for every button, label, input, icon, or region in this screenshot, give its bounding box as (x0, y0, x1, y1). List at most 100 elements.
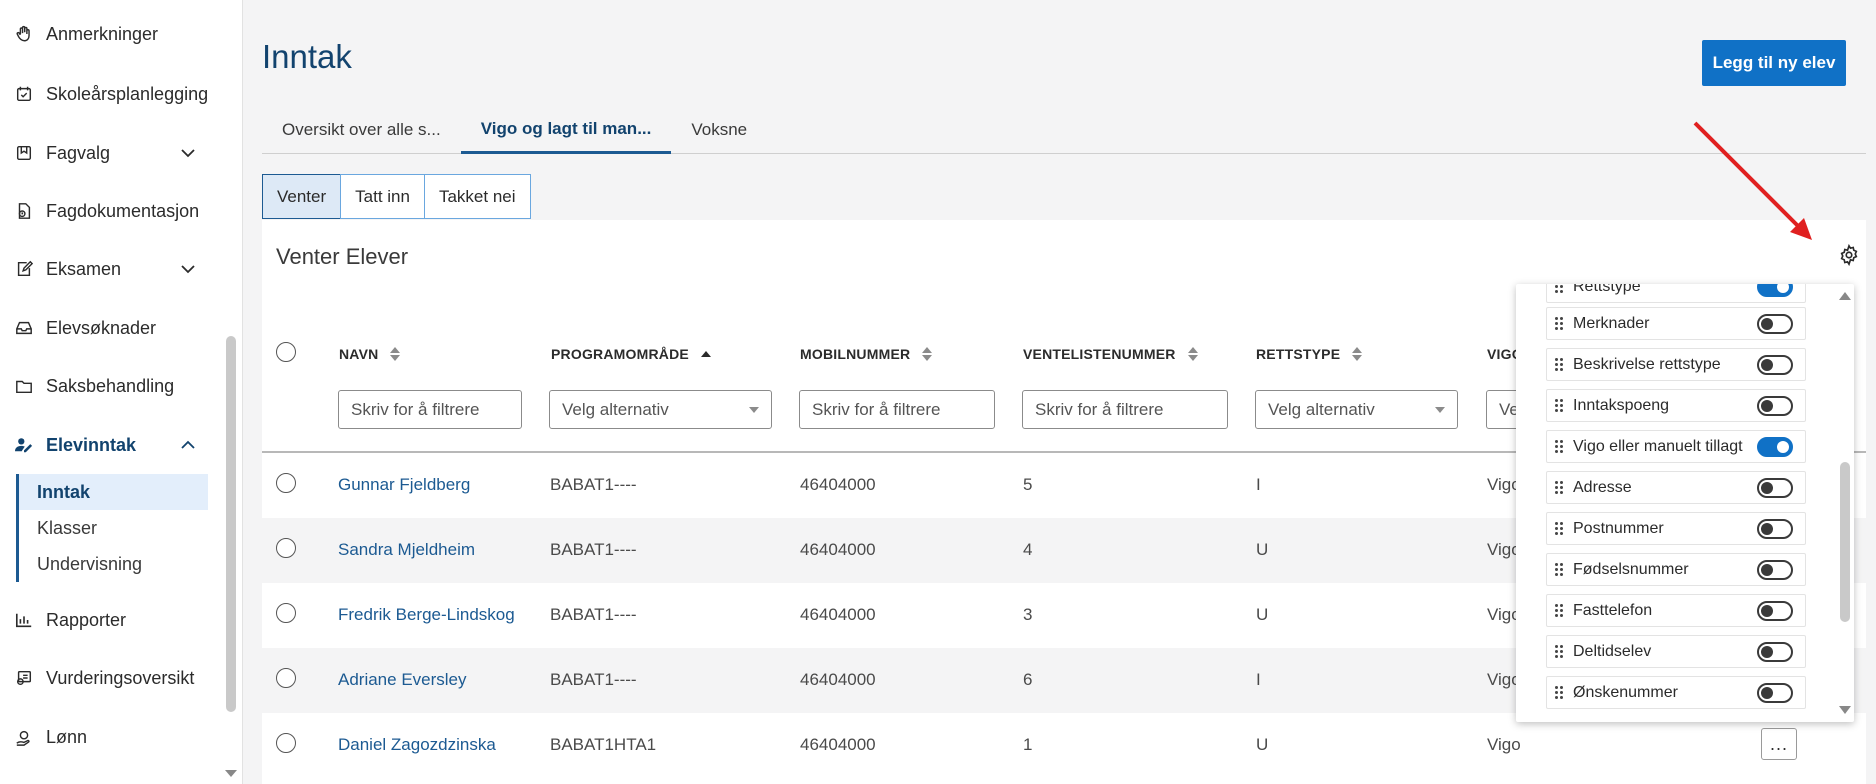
sidebar-item-eksamen[interactable]: Eksamen (0, 251, 220, 287)
gear-icon[interactable] (1838, 244, 1860, 266)
sidebar-item-skolearsplanlegging[interactable]: Skoleårsplanlegging (0, 76, 220, 112)
student-name-link[interactable]: Sandra Mjeldheim (338, 540, 475, 560)
column-header-ventelistenummer[interactable]: VENTELISTENUMMER (1023, 346, 1198, 362)
drag-handle-icon[interactable] (1555, 644, 1563, 659)
column-visibility-toggle[interactable] (1757, 396, 1793, 416)
column-toggle-item[interactable]: Beskrivelse rettstype (1546, 348, 1806, 381)
sidebar-item-elevinntak[interactable]: Elevinntak (0, 427, 220, 463)
column-visibility-toggle[interactable] (1757, 355, 1793, 375)
drag-handle-icon[interactable] (1555, 398, 1563, 413)
drag-handle-icon[interactable] (1555, 603, 1563, 618)
student-name-link[interactable]: Fredrik Berge-Lindskog (338, 605, 515, 625)
column-visibility-toggle[interactable] (1757, 478, 1793, 498)
add-new-student-button[interactable]: Legg til ny elev (1702, 40, 1846, 86)
drag-handle-icon[interactable] (1555, 685, 1563, 700)
sidebar-item-anmerkninger[interactable]: Anmerkninger (0, 16, 220, 52)
sidebar: Anmerkninger Skoleårsplanlegging Fagvalg… (0, 0, 243, 784)
column-toggle-label: Postnummer (1573, 519, 1664, 537)
scroll-down-arrow-icon[interactable] (225, 770, 237, 777)
sidebar-item-vurderingsoversikt[interactable]: Vurderingsoversikt (0, 660, 220, 696)
sidebar-item-lonn[interactable]: Lønn (0, 719, 220, 755)
waitlist-cell: 5 (1023, 475, 1033, 494)
sort-icon[interactable] (390, 347, 401, 361)
column-toggle-item[interactable]: Ønskenummer (1546, 676, 1806, 709)
column-visibility-toggle[interactable] (1757, 284, 1793, 297)
column-toggle-item[interactable]: Postnummer (1546, 512, 1806, 545)
column-visibility-toggle[interactable] (1757, 683, 1793, 703)
sidebar-item-label: Saksbehandling (46, 375, 175, 396)
column-visibility-toggle[interactable] (1757, 560, 1793, 580)
sidebar-item-rapporter[interactable]: Rapporter (0, 602, 220, 638)
column-toggle-item[interactable]: Inntakspoeng (1546, 389, 1806, 422)
filter-navn-input[interactable]: Skriv for å filtrere (338, 390, 522, 429)
drag-handle-icon[interactable] (1555, 357, 1563, 372)
sidebar-item-saksbehandling[interactable]: Saksbehandling (0, 368, 220, 404)
column-toggle-item[interactable]: Vigo eller manuelt tillagt (1546, 430, 1806, 463)
sidebar-item-fagdokumentasjon[interactable]: Fagdokumentasjon (0, 193, 220, 229)
student-name-link[interactable]: Adriane Eversley (338, 670, 467, 690)
drag-handle-icon[interactable] (1555, 439, 1563, 454)
sidebar-item-label: Fagvalg (46, 142, 111, 163)
scroll-down-arrow-icon[interactable] (1839, 706, 1851, 714)
sidebar-subitem-undervisning[interactable]: Undervisning (19, 546, 208, 582)
column-toggle-item[interactable]: Fasttelefon (1546, 594, 1806, 627)
filter-programomrade-select[interactable]: Velg alternativ (549, 390, 772, 429)
rettstype-cell: I (1256, 475, 1261, 494)
sort-icon[interactable] (922, 347, 933, 361)
tab-voksne[interactable]: Voksne (671, 106, 767, 154)
column-visibility-toggle[interactable] (1757, 642, 1793, 662)
select-all-checkbox[interactable] (276, 342, 296, 362)
sidebar-item-label: Rapporter (46, 609, 127, 630)
column-visibility-toggle[interactable] (1757, 519, 1793, 539)
column-toggle-item[interactable]: Fødselsnummer (1546, 553, 1806, 586)
dropdown-caret-icon (749, 407, 759, 413)
drag-handle-icon[interactable] (1555, 521, 1563, 536)
drag-handle-icon[interactable] (1555, 316, 1563, 331)
row-checkbox[interactable] (276, 668, 296, 688)
sidebar-subitem-inntak[interactable]: Inntak (19, 474, 208, 510)
column-toggle-item[interactable]: Adresse (1546, 471, 1806, 504)
column-visibility-toggle[interactable] (1757, 437, 1793, 457)
bookmark-icon (14, 143, 34, 163)
sidebar-subitem-klasser[interactable]: Klasser (19, 510, 208, 546)
tab-oversikt[interactable]: Oversikt over alle s... (262, 106, 461, 154)
popup-scrollbar[interactable] (1840, 462, 1850, 622)
column-toggle-item[interactable]: Merknader (1546, 307, 1806, 340)
program-cell: BABAT1---- (550, 670, 637, 689)
tab-vigo[interactable]: Vigo og lagt til man... (460, 106, 672, 154)
sort-ascending-icon[interactable] (700, 351, 711, 357)
column-header-mobilnummer[interactable]: MOBILNUMMER (800, 346, 933, 362)
scroll-up-arrow-icon[interactable] (1839, 292, 1851, 300)
drag-handle-icon[interactable] (1555, 284, 1563, 294)
column-visibility-toggle[interactable] (1757, 314, 1793, 334)
sort-icon[interactable] (1187, 347, 1198, 361)
column-toggle-item[interactable]: Deltidselev (1546, 635, 1806, 668)
sidebar-item-elevsoknader[interactable]: Elevsøknader (0, 310, 220, 346)
filter-ventelistenummer-input[interactable]: Skriv for å filtrere (1022, 390, 1228, 429)
sidebar-item-fagvalg[interactable]: Fagvalg (0, 135, 220, 171)
column-toggle-label: Adresse (1573, 478, 1632, 496)
drag-handle-icon[interactable] (1555, 480, 1563, 495)
column-toggle-item[interactable]: Rettstype (1546, 284, 1806, 303)
student-name-link[interactable]: Gunnar Fjeldberg (338, 475, 470, 495)
column-header-rettstype[interactable]: RETTSTYPE (1256, 346, 1363, 362)
column-header-programomrade[interactable]: PROGRAMOMRÅDE (551, 346, 711, 362)
column-visibility-toggle[interactable] (1757, 601, 1793, 621)
sidebar-scrollbar[interactable] (226, 336, 236, 712)
row-checkbox[interactable] (276, 473, 296, 493)
row-checkbox[interactable] (276, 603, 296, 623)
filter-mobilnummer-input[interactable]: Skriv for å filtrere (799, 390, 995, 429)
card-title: Venter Elever (276, 244, 409, 269)
segment-tatt-inn[interactable]: Tatt inn (340, 174, 425, 219)
segment-takket-nei[interactable]: Takket nei (423, 174, 531, 219)
edit-icon (14, 259, 34, 279)
row-actions-button[interactable]: ... (1761, 728, 1797, 760)
row-checkbox[interactable] (276, 733, 296, 753)
column-header-navn[interactable]: NAVN (339, 346, 401, 362)
drag-handle-icon[interactable] (1555, 562, 1563, 577)
sort-icon[interactable] (1352, 347, 1363, 361)
student-name-link[interactable]: Daniel Zagozdzinska (338, 735, 496, 755)
row-checkbox[interactable] (276, 538, 296, 558)
filter-rettstype-select[interactable]: Velg alternativ (1255, 390, 1458, 429)
segment-venter[interactable]: Venter (262, 174, 342, 219)
